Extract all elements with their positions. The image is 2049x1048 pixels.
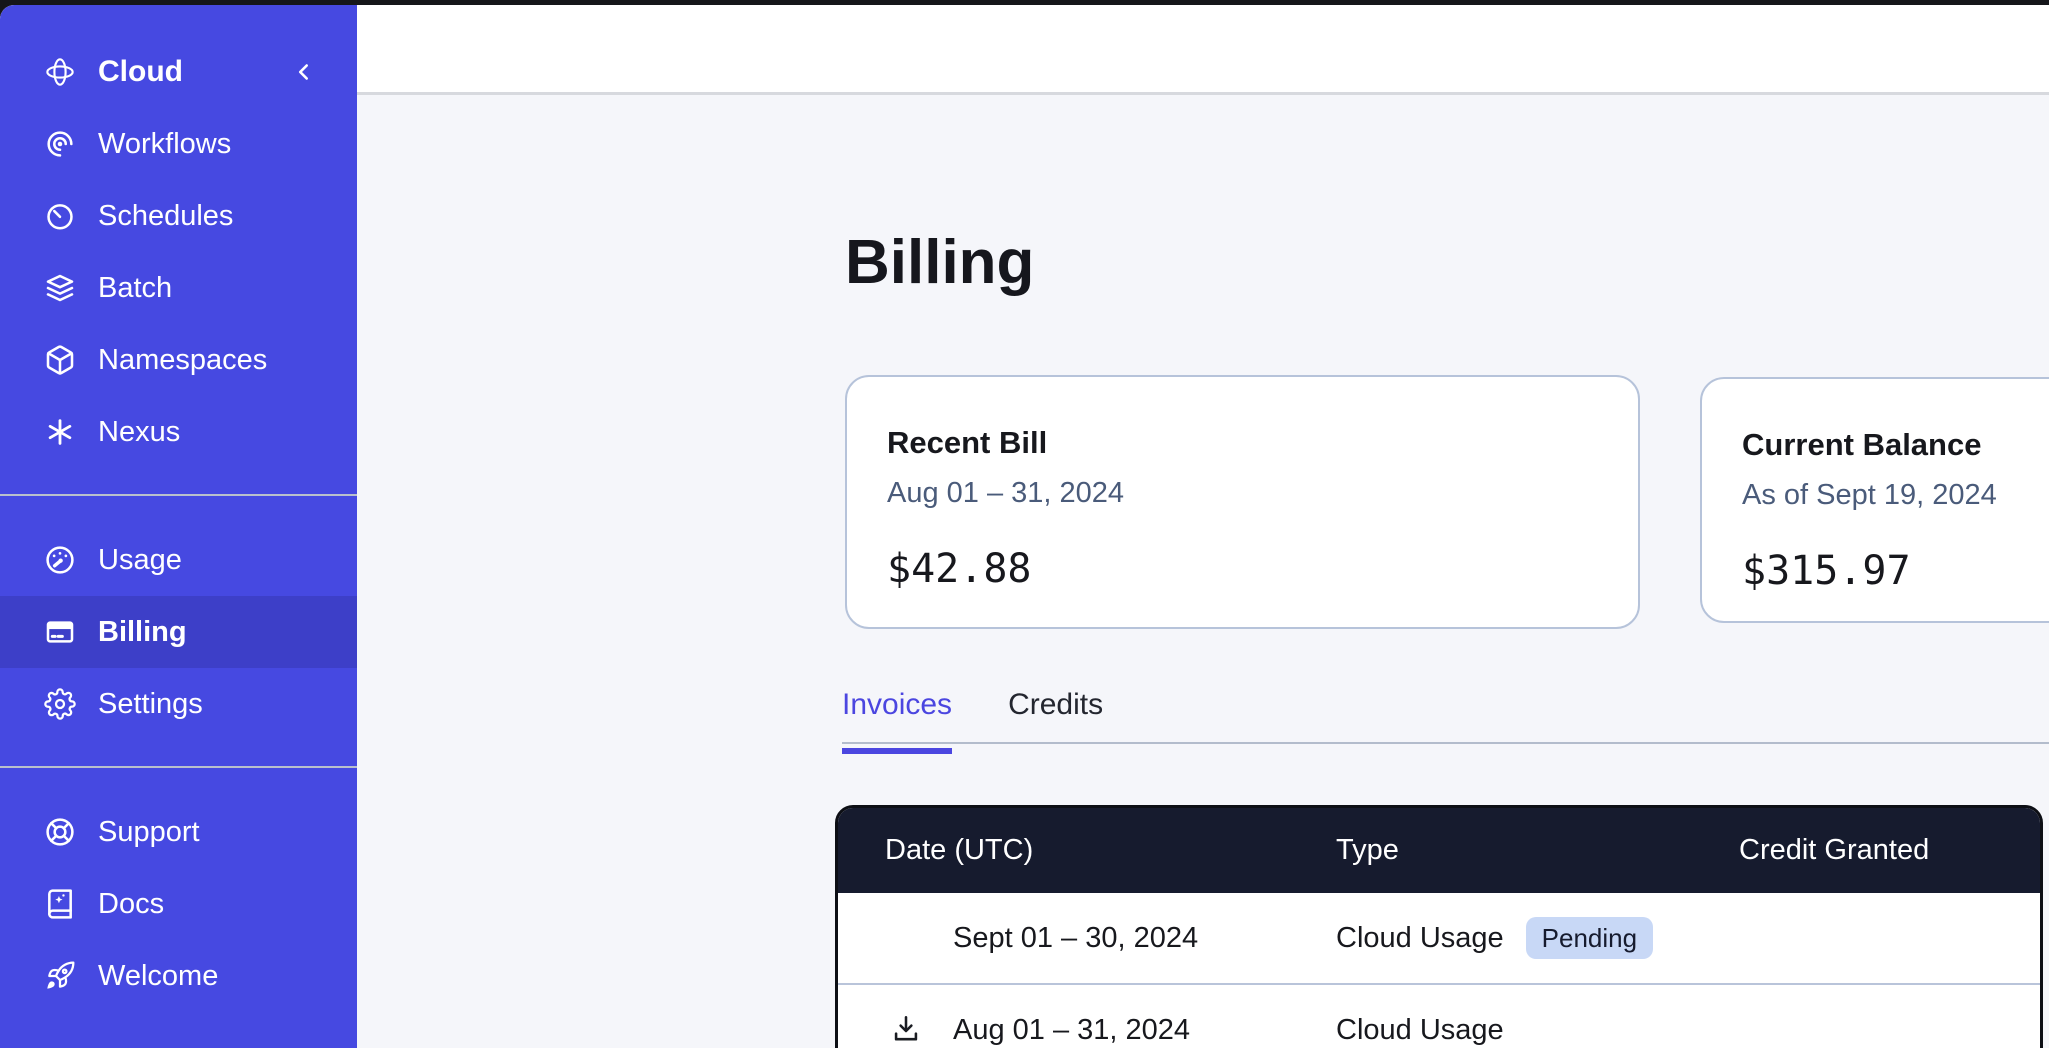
docs-icon — [44, 888, 76, 920]
support-icon — [44, 816, 76, 848]
sidebar-item-docs[interactable]: Docs — [0, 868, 357, 940]
usage-icon — [44, 544, 76, 576]
chevron-left-icon[interactable] — [291, 59, 317, 85]
brand-label: Cloud — [98, 55, 291, 89]
nexus-icon — [44, 416, 76, 448]
invoices-table: Date (UTC) Type Credit Granted Sept 01 –… — [835, 805, 2043, 1048]
recent-bill-card: Recent Bill Aug 01 – 31, 2024 $42.88 — [845, 375, 1640, 629]
sidebar-item-schedules[interactable]: Schedules — [0, 180, 357, 252]
tab-invoices[interactable]: Invoices — [842, 688, 952, 754]
table-header: Date (UTC) Type Credit Granted — [838, 808, 2040, 893]
tab-bar: Invoices Credits — [842, 688, 1103, 754]
status-badge: Pending — [1526, 917, 1653, 960]
card-date-range: Aug 01 – 31, 2024 — [887, 477, 1598, 510]
column-header-type: Type — [1336, 834, 1739, 867]
card-title: Recent Bill — [887, 425, 1598, 461]
sidebar-item-workflows[interactable]: Workflows — [0, 108, 357, 180]
schedules-icon — [44, 200, 76, 232]
table-row: Aug 01 – 31, 2024 Cloud Usage — [838, 983, 2040, 1048]
sidebar: Cloud Workflows — [0, 5, 357, 1048]
column-header-credit-granted: Credit Granted — [1739, 834, 2040, 867]
settings-icon — [44, 688, 76, 720]
table-row: Sept 01 – 30, 2024 Cloud Usage Pending — [838, 893, 2040, 983]
invoice-date: Aug 01 – 31, 2024 — [953, 1014, 1190, 1047]
invoice-date: Sept 01 – 30, 2024 — [953, 922, 1198, 955]
sidebar-brand[interactable]: Cloud — [0, 36, 357, 108]
sidebar-item-nexus[interactable]: Nexus — [0, 396, 357, 468]
temporal-cloud-logo-icon — [44, 56, 76, 88]
namespaces-icon — [44, 344, 76, 376]
card-title: Current Balance — [1742, 427, 2049, 463]
sidebar-item-batch[interactable]: Batch — [0, 252, 357, 324]
sidebar-item-usage[interactable]: Usage — [0, 524, 357, 596]
invoice-type: Cloud Usage — [1336, 922, 1504, 955]
sidebar-item-support[interactable]: Support — [0, 796, 357, 868]
invoice-type: Cloud Usage — [1336, 1014, 1504, 1047]
sidebar-item-settings[interactable]: Settings — [0, 668, 357, 740]
download-invoice-icon[interactable] — [889, 1013, 927, 1047]
card-amount: $315.97 — [1742, 548, 2049, 594]
current-balance-card: Current Balance As of Sept 19, 2024 $315… — [1700, 377, 2049, 623]
welcome-rocket-icon — [44, 960, 76, 992]
sidebar-item-billing[interactable]: Billing — [0, 596, 357, 668]
batch-icon — [44, 272, 76, 304]
workflows-icon — [44, 128, 76, 160]
tab-credits[interactable]: Credits — [1008, 688, 1103, 754]
card-as-of-date: As of Sept 19, 2024 — [1742, 479, 2049, 512]
app-window: Cloud Workflows — [0, 5, 2049, 1048]
page-title: Billing — [845, 227, 1034, 298]
sidebar-item-namespaces[interactable]: Namespaces — [0, 324, 357, 396]
column-header-date: Date (UTC) — [885, 834, 1336, 867]
card-amount: $42.88 — [887, 546, 1598, 592]
sidebar-item-welcome[interactable]: Welcome — [0, 940, 357, 1012]
billing-icon — [44, 616, 76, 648]
top-header-bar — [357, 5, 2049, 95]
